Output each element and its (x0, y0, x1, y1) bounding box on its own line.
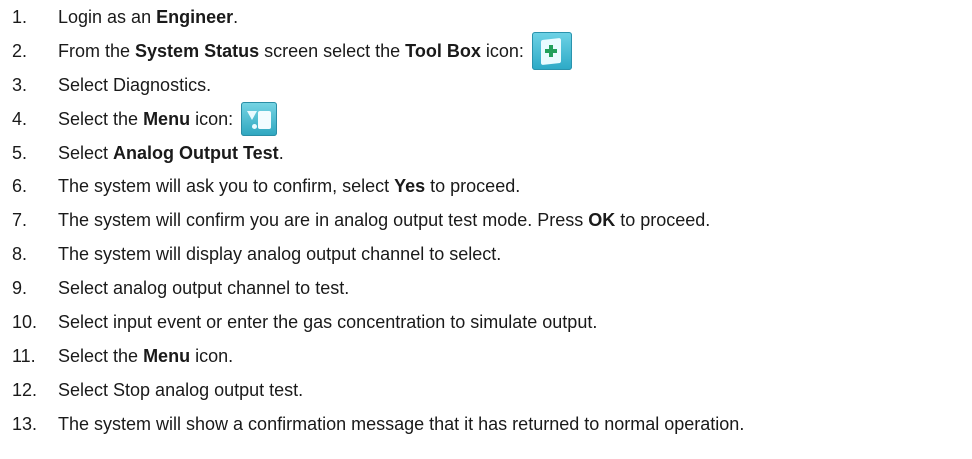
step-text-line: Select input event or enter the gas conc… (58, 313, 597, 331)
step-emphasis: Analog Output Test (113, 142, 279, 163)
step-text: Select Diagnostics. (58, 76, 211, 94)
step-text-run: icon: (190, 108, 234, 129)
step-text-line: From the System Status screen select the… (58, 42, 524, 60)
step-text-line: Select the Menu icon: (58, 110, 233, 128)
step-emphasis: Tool Box (405, 40, 481, 61)
step-item: 2. From the System Status screen select t… (0, 31, 972, 70)
step-item: 8. The system will display analog output … (0, 237, 972, 271)
step-text-line: Select the Menu icon. (58, 347, 233, 365)
toolbox-icon-cross-v (548, 44, 553, 57)
step-text-line: The system will ask you to confirm, sele… (58, 177, 520, 195)
step-emphasis: System Status (135, 40, 260, 61)
step-item: 6. The system will ask you to confirm, se… (0, 169, 972, 203)
step-text-run: to proceed. (425, 176, 521, 197)
step-number: 11. (12, 345, 36, 366)
step-text-run: Select analog output channel to test. (58, 278, 350, 299)
step-item: 13. The system will show a confirmation m… (0, 407, 972, 441)
step-number: 1. (12, 6, 28, 27)
step-text-run: Select Diagnostics. (58, 74, 212, 95)
toolbox-icon (531, 31, 572, 70)
step-text-run: Select the (58, 345, 144, 366)
step-text-line: The system will confirm you are in analo… (58, 211, 710, 229)
menu-icon-arrow (247, 110, 258, 120)
step-text: Select the Menu icon: (58, 101, 278, 136)
step-text: The system will ask you to confirm, sele… (58, 177, 520, 195)
step-emphasis: Menu (143, 345, 191, 366)
step-text-run: Select input event or enter the gas conc… (58, 311, 598, 332)
menu-icon-box (258, 110, 272, 129)
step-text-run: . (278, 142, 284, 163)
step-text-run: icon. (190, 345, 234, 366)
step-text-run: . (233, 6, 239, 27)
step-text-line: The system will show a confirmation mess… (58, 415, 744, 433)
step-text-run: The system will display analog output ch… (58, 244, 502, 265)
step-number: 2. (12, 40, 28, 61)
menu-icon-dot (252, 123, 258, 129)
step-text-run: Select Stop analog output test. (58, 379, 304, 400)
step-item: 11. Select the Menu icon. (0, 339, 972, 373)
step-number: 6. (12, 176, 28, 197)
step-item: 3. Select Diagnostics. (0, 68, 972, 102)
step-text-run: The system will show a confirmation mess… (58, 413, 745, 434)
step-text-run: screen select the (259, 40, 406, 61)
step-number: 3. (12, 74, 28, 95)
step-item: 4. Select the Menu icon: (0, 101, 972, 136)
step-number: 9. (12, 278, 28, 299)
step-emphasis: Yes (394, 176, 426, 197)
step-text-run: The system will ask you to confirm, sele… (58, 176, 395, 197)
step-item: 9. Select analog output channel to test. (0, 271, 972, 305)
step-text-line: Select analog output channel to test. (58, 279, 349, 297)
step-text-run: to proceed. (615, 210, 711, 231)
step-text: The system will confirm you are in analo… (58, 211, 710, 229)
step-text-run: Login as an (58, 6, 157, 27)
step-text: Login as an Engineer. (58, 8, 238, 26)
step-number: 8. (12, 244, 28, 265)
step-text: The system will show a confirmation mess… (58, 415, 744, 433)
step-text: Select analog output channel to test. (58, 279, 349, 297)
step-item: 12. Select Stop analog output test. (0, 373, 972, 407)
step-text-run: From the (58, 40, 136, 61)
step-text-run: icon: (480, 40, 524, 61)
step-number: 5. (12, 142, 28, 163)
step-emphasis: Engineer (156, 6, 234, 27)
step-text-line: Select Diagnostics. (58, 76, 211, 94)
step-number: 4. (12, 108, 28, 129)
step-number: 10. (12, 311, 38, 332)
step-text: Select input event or enter the gas conc… (58, 313, 597, 331)
step-text-line: Select Analog Output Test. (58, 144, 284, 162)
step-emphasis: Menu (143, 108, 191, 129)
step-text: From the System Status screen select the… (58, 31, 572, 70)
step-item: 10. Select input event or enter the gas c… (0, 305, 972, 339)
step-item: 1. Login as an Engineer. (0, 0, 972, 34)
step-emphasis: OK (588, 210, 616, 231)
step-text: Select the Menu icon. (58, 347, 233, 365)
step-text-line: Login as an Engineer. (58, 8, 238, 26)
step-item: 5. Select Analog Output Test. (0, 136, 972, 170)
step-item: 7. The system will confirm you are in ana… (0, 203, 972, 237)
step-text: Select Stop analog output test. (58, 381, 303, 399)
step-text-line: The system will display analog output ch… (58, 245, 501, 263)
step-text-line: Select Stop analog output test. (58, 381, 303, 399)
procedure-steps-list: 1. Login as an Engineer. 2. From the System… (0, 0, 972, 441)
step-number: 7. (12, 210, 28, 231)
step-text: Select Analog Output Test. (58, 144, 284, 162)
step-number: 13. (12, 413, 38, 434)
step-number: 12. (12, 379, 38, 400)
step-text-run: The system will confirm you are in analo… (58, 210, 589, 231)
menu-icon (241, 101, 278, 136)
step-text-run: Select the (58, 108, 144, 129)
step-text: The system will display analog output ch… (58, 245, 501, 263)
step-text-run: Select (58, 142, 114, 163)
